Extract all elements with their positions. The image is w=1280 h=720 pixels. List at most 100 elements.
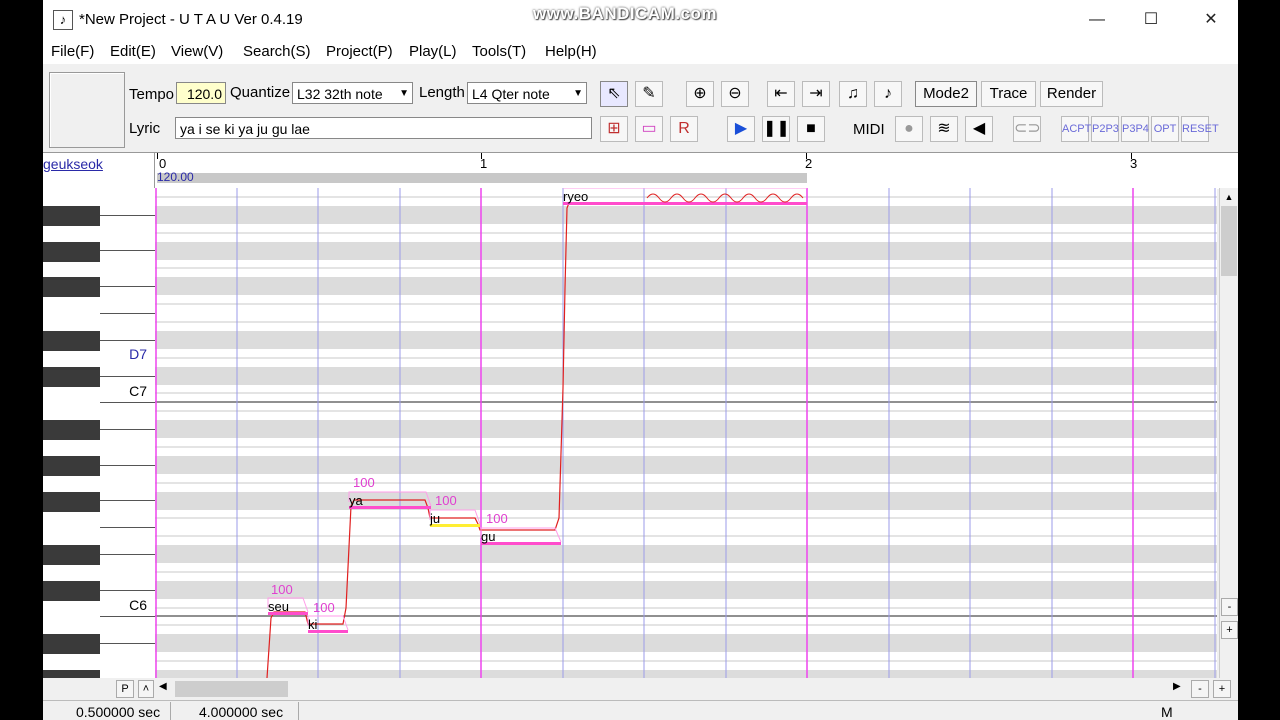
horizontal-scroll-row: P ˄ ◀ ▶ - + (43, 678, 1238, 700)
black-key[interactable] (43, 242, 100, 262)
black-key[interactable] (43, 581, 100, 601)
scrollbar-thumb[interactable] (175, 681, 288, 697)
note-bar (563, 202, 807, 205)
black-key[interactable] (43, 420, 100, 440)
zoom-in-icon[interactable]: ⊕ (686, 81, 714, 107)
utau-window: ♪ *New Project - U T A U Ver 0.4.19 www.… (43, 0, 1238, 720)
tempo-input[interactable]: 120.0 (176, 82, 226, 104)
lyric-input[interactable]: ya i se ki ya ju gu lae (175, 117, 592, 139)
pencil-tool-icon[interactable]: ✎ (635, 81, 663, 107)
insert-rest-icon[interactable]: ▭ (635, 116, 663, 142)
note-velocity: 100 (313, 600, 335, 615)
scrollbar-thumb[interactable] (1221, 206, 1237, 276)
opt-icon[interactable]: OPT (1151, 116, 1179, 142)
note-lyric: ki (308, 617, 318, 632)
note-velocity: 100 (435, 493, 457, 508)
hzoom-in-button[interactable]: + (1213, 680, 1231, 698)
note-velocity: 100 (353, 475, 375, 490)
jump-start-icon[interactable]: ⇤ (767, 81, 795, 107)
menu-view[interactable]: View(V) (171, 43, 223, 60)
black-key[interactable] (43, 634, 100, 654)
midi-settings-icon[interactable]: ≋ (930, 116, 958, 142)
render-button[interactable]: Render (1040, 81, 1103, 107)
lyric-label: Lyric (129, 120, 161, 137)
status-bar: 0.500000 sec 4.000000 sec M (43, 700, 1238, 720)
record-icon[interactable]: ● (895, 116, 923, 142)
black-key[interactable] (43, 545, 100, 565)
menu-project[interactable]: Project(P) (326, 43, 393, 60)
note-velocity: 100 (271, 582, 293, 597)
quantize-select[interactable]: L32 32th note ▼ (292, 82, 413, 104)
trace-toggle[interactable]: Trace (981, 81, 1036, 107)
p3p4-icon[interactable]: P3P4 (1121, 116, 1149, 142)
vzoom-out-button[interactable]: - (1221, 598, 1238, 616)
tempo-marker[interactable]: 120.00 (157, 170, 194, 184)
song-length: 4.000000 sec (199, 704, 284, 720)
menu-edit[interactable]: Edit(E) (110, 43, 156, 60)
timeline-header: geukseok 120.00 0 1 2 3 (43, 152, 1238, 189)
measure-number: 0 (159, 156, 167, 171)
reset-icon[interactable]: RESET (1181, 116, 1219, 142)
cursor-position: 0.500000 sec (76, 704, 161, 720)
note-velocity: 100 (486, 511, 508, 526)
scroll-right-icon[interactable]: ▶ (1173, 681, 1181, 692)
length-value: L4 Qter note (472, 86, 550, 102)
black-key[interactable] (43, 331, 100, 351)
p2p3-icon[interactable]: P2P3 (1091, 116, 1119, 142)
key-label-c7: C7 (129, 383, 147, 399)
key-label-c6: C6 (129, 597, 147, 613)
scroll-left-icon[interactable]: ◀ (159, 681, 167, 692)
menu-help[interactable]: Help(H) (545, 43, 597, 60)
close-icon[interactable]: ✕ (1188, 6, 1234, 34)
dropdown-arrow-icon: ▼ (573, 88, 583, 99)
menu-play[interactable]: Play(L) (409, 43, 457, 60)
jump-end-icon[interactable]: ⇥ (802, 81, 830, 107)
piano-roll-grid[interactable]: seu 100 ki 100 ya 100 ju 100 gu 100 ryeo (155, 188, 1217, 678)
title-bar: ♪ *New Project - U T A U Ver 0.4.19 www.… (43, 0, 1238, 40)
note-merge-icon[interactable]: ♪ (874, 81, 902, 107)
menu-bar: File(F) Edit(E) View(V) Search(S) Projec… (43, 40, 1238, 64)
key-label-d7: D7 (129, 346, 147, 362)
toolbar: Tempo 120.0 Quantize L32 32th note ▼ Leng… (43, 64, 1238, 152)
black-key[interactable] (43, 277, 100, 297)
singer-portrait[interactable] (49, 72, 125, 148)
tempo-track (157, 173, 807, 183)
scroll-up-icon[interactable]: ▲ (1222, 190, 1236, 204)
note-lyric: ya (349, 493, 364, 508)
zoom-out-icon[interactable]: ⊖ (721, 81, 749, 107)
caret-up-icon[interactable]: ˄ (138, 680, 154, 698)
dropdown-arrow-icon: ▼ (399, 88, 409, 99)
midi-label: MIDI (853, 121, 885, 138)
vzoom-in-button[interactable]: + (1221, 621, 1238, 639)
play-icon[interactable]: ▶ (727, 116, 755, 142)
insert-r-icon[interactable]: R (670, 116, 698, 142)
p-button[interactable]: P (116, 680, 134, 698)
length-select[interactable]: L4 Qter note ▼ (467, 82, 587, 104)
mode2-toggle[interactable]: Mode2 (915, 81, 977, 107)
singer-name[interactable]: geukseok (43, 156, 103, 172)
window-title: *New Project - U T A U Ver 0.4.19 (79, 11, 303, 28)
speaker-icon[interactable]: ◀ (965, 116, 993, 142)
black-key[interactable] (43, 456, 100, 476)
note-lyric: ju (429, 511, 440, 526)
pause-icon[interactable]: ❚❚ (762, 116, 790, 142)
black-key[interactable] (43, 206, 100, 226)
stop-icon[interactable]: ■ (797, 116, 825, 142)
menu-file[interactable]: File(F) (51, 43, 94, 60)
horizontal-scrollbar[interactable]: ◀ ▶ (155, 680, 1189, 698)
vertical-scrollbar[interactable]: ▲ - + (1219, 188, 1238, 678)
menu-tools[interactable]: Tools(T) (472, 43, 526, 60)
acpt-icon[interactable]: ACPT (1061, 116, 1091, 142)
minimize-icon[interactable]: — (1074, 6, 1120, 34)
menu-search[interactable]: Search(S) (243, 43, 311, 60)
note-split-icon[interactable]: ♫ (839, 81, 867, 107)
hzoom-out-button[interactable]: - (1191, 680, 1209, 698)
select-arrow-tool-icon[interactable]: ⇖ (600, 81, 628, 107)
insert-note-icon[interactable]: ⊞ (600, 116, 628, 142)
maximize-icon[interactable]: ☐ (1128, 6, 1174, 34)
black-key[interactable] (43, 367, 100, 387)
link-icon[interactable]: ⊂⊃ (1013, 116, 1041, 142)
note-lyric: gu (481, 529, 495, 544)
black-key[interactable] (43, 492, 100, 512)
black-key[interactable] (43, 670, 100, 678)
